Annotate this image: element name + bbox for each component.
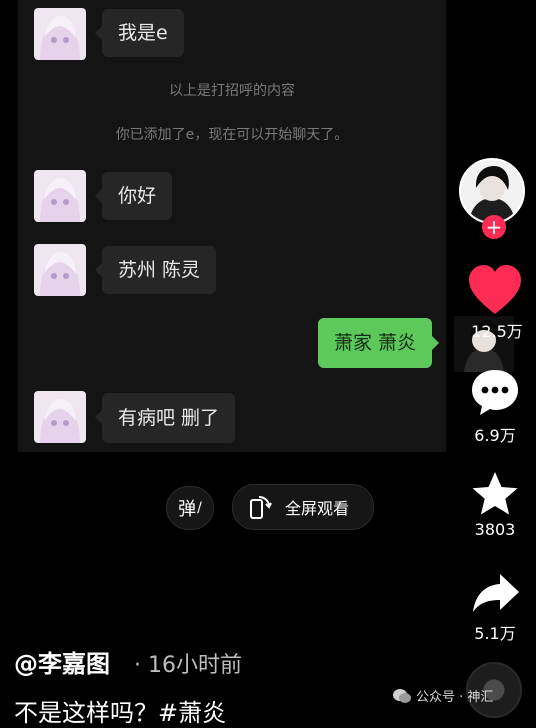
message-text: 我是e <box>118 22 168 44</box>
message-text: 萧家 萧炎 <box>334 332 417 354</box>
favorite-button[interactable] <box>470 470 520 520</box>
wechat-icon <box>393 688 411 703</box>
watermark: 公众号 · 神汇 <box>392 686 493 705</box>
star-icon <box>472 472 518 515</box>
message-text: 苏州 陈灵 <box>118 259 201 281</box>
danmaku-toggle[interactable]: 弹 / <box>166 486 214 530</box>
like-button[interactable] <box>465 262 525 322</box>
watermark-text: 公众号 · 神汇 <box>416 690 494 705</box>
video-info: @李嘉图 · 16小时前 不是这样吗？#萧炎 <box>14 644 454 728</box>
comment-count: 6.9万 <box>474 426 516 445</box>
video-caption: 不是这样吗？#萧炎 <box>14 699 227 727</box>
post-time: · 16小时前 <box>134 653 242 678</box>
fullscreen-button[interactable]: 全屏观看 <box>232 484 374 530</box>
message-text: 你好 <box>118 185 157 207</box>
plus-icon: + <box>485 215 503 239</box>
comment-icon <box>472 370 518 415</box>
comment-button[interactable] <box>468 366 522 418</box>
favorite-count: 3803 <box>474 520 516 539</box>
share-count: 5.1万 <box>474 624 516 643</box>
heart-icon <box>469 265 521 314</box>
contact-avatar <box>34 244 86 296</box>
message-text: 有病吧 删了 <box>118 407 220 429</box>
contact-avatar <box>34 170 86 222</box>
author-name[interactable]: @李嘉图 <box>14 644 110 679</box>
fullscreen-label: 全屏观看 <box>285 499 350 518</box>
system-message: 你已添加了e，现在可以开始聊天了。 <box>115 127 349 143</box>
message-bubble-incoming: 苏州 陈灵 <box>95 246 217 294</box>
slash-icon: / <box>197 500 202 516</box>
message-bubble-incoming: 你好 <box>95 172 173 220</box>
danmaku-label: 弹 <box>178 499 197 520</box>
follow-button[interactable]: + <box>482 215 506 239</box>
contact-avatar <box>34 8 86 60</box>
message-bubble-incoming: 有病吧 删了 <box>95 393 236 443</box>
message-bubble-outgoing: 萧家 萧炎 <box>318 318 440 368</box>
chat-screenshot: 我是e 以上是打招呼的内容 你已添加了e，现在可以开始聊天了。 你好 苏州 陈灵 <box>18 0 514 452</box>
contact-avatar <box>34 391 86 443</box>
rotate-screen-icon <box>250 496 272 519</box>
share-icon <box>473 574 519 612</box>
system-message: 以上是打招呼的内容 <box>169 83 295 99</box>
message-bubble-incoming: 我是e <box>95 9 184 57</box>
like-count: 12.5万 <box>471 322 523 341</box>
share-button[interactable] <box>470 570 522 616</box>
